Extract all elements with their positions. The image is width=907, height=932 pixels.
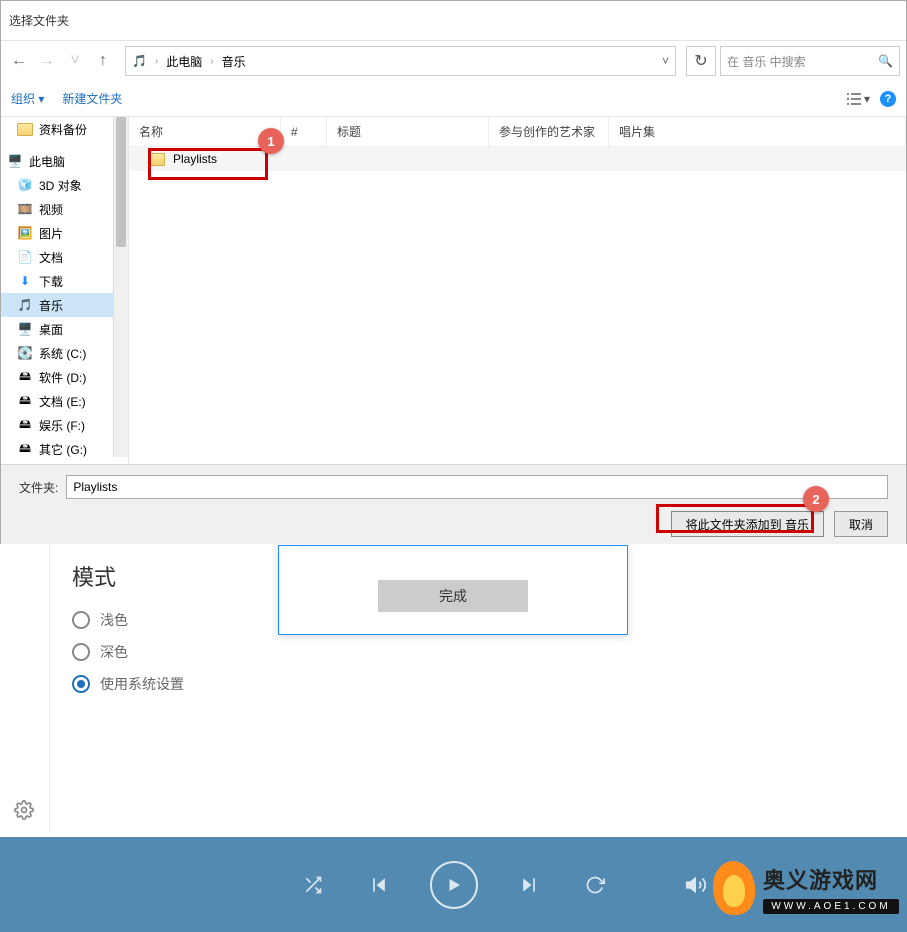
- tree-docs[interactable]: 📄文档: [1, 245, 128, 269]
- dialog-footer: 文件夹: Playlists 将此文件夹添加到 音乐 取消: [1, 464, 906, 544]
- drive-icon: 💽: [17, 345, 33, 361]
- tree-pictures[interactable]: 🖼️图片: [1, 221, 128, 245]
- tree-drive-g[interactable]: 🖴其它 (G:): [1, 437, 128, 461]
- col-album[interactable]: 唱片集: [609, 117, 906, 146]
- radio-system-label: 使用系统设置: [100, 674, 184, 694]
- folder-label: 文件夹:: [19, 479, 58, 496]
- help-icon[interactable]: ?: [880, 91, 896, 107]
- badge-1: 1: [258, 128, 284, 154]
- search-icon: 🔍: [878, 54, 893, 68]
- download-icon: ⬇: [17, 273, 33, 289]
- monitor-icon: 🖥️: [7, 153, 23, 169]
- tree-backup[interactable]: 资料备份: [1, 117, 128, 141]
- tree-desktop[interactable]: 🖥️桌面: [1, 317, 128, 341]
- app-left-sidebar: [0, 540, 50, 832]
- tree-scrollbar[interactable]: [113, 117, 128, 457]
- column-headers[interactable]: 名称˄ # 标题 参与创作的艺术家 唱片集: [129, 117, 906, 147]
- tree-downloads[interactable]: ⬇下载: [1, 269, 128, 293]
- file-name: Playlists: [173, 152, 217, 166]
- drive-icon: 🖴: [17, 441, 33, 457]
- doc-icon: 📄: [17, 249, 33, 265]
- shuffle-icon[interactable]: [298, 870, 328, 900]
- radio-system[interactable]: 使用系统设置: [72, 674, 292, 694]
- radio-dark-label: 深色: [100, 642, 128, 662]
- desktop-icon: 🖥️: [17, 321, 33, 337]
- mode-title: 模式: [72, 560, 292, 592]
- tree-video[interactable]: 🎞️视频: [1, 197, 128, 221]
- drive-icon: 🖴: [17, 369, 33, 385]
- repeat-icon[interactable]: [580, 870, 610, 900]
- address-bar[interactable]: 🎵 › 此电脑 › 音乐 ˅: [125, 46, 676, 76]
- col-artist[interactable]: 参与创作的艺术家: [489, 117, 609, 146]
- radio-dark[interactable]: 深色: [72, 642, 292, 662]
- breadcrumb-pc[interactable]: 此电脑: [166, 53, 202, 70]
- film-icon: 🎞️: [17, 201, 33, 217]
- watermark-url: WWW.AOE1.COM: [763, 899, 899, 914]
- folder-tree[interactable]: 资料备份 🖥️此电脑 🧊3D 对象 🎞️视频 🖼️图片 📄文档 ⬇下载 🎵音乐 …: [1, 117, 129, 463]
- search-input[interactable]: 在 音乐 中搜索 🔍: [720, 46, 900, 76]
- tree-drive-e[interactable]: 🖴文档 (E:): [1, 389, 128, 413]
- chevron-down-icon[interactable]: ˅: [662, 54, 669, 68]
- tree-drive-f[interactable]: 🖴娱乐 (F:): [1, 413, 128, 437]
- cube-icon: 🧊: [17, 177, 33, 193]
- mode-panel: 模式 浅色 深色 使用系统设置: [72, 560, 292, 706]
- radio-light[interactable]: 浅色: [72, 610, 292, 630]
- forward-icon: →: [35, 49, 59, 73]
- recent-dropdown-icon[interactable]: ˅: [63, 49, 87, 73]
- play-button[interactable]: [430, 861, 478, 909]
- folder-icon: [17, 121, 33, 137]
- file-row-playlists[interactable]: Playlists: [129, 147, 906, 171]
- refresh-icon[interactable]: ↻: [686, 46, 716, 76]
- cancel-button[interactable]: 取消: [834, 511, 888, 537]
- prev-icon[interactable]: [364, 870, 394, 900]
- folder-icon: [149, 153, 165, 166]
- search-placeholder: 在 音乐 中搜索: [727, 53, 806, 70]
- tree-drive-d[interactable]: 🖴软件 (D:): [1, 365, 128, 389]
- back-icon[interactable]: ←: [7, 49, 31, 73]
- bg-modal: 完成: [278, 545, 628, 635]
- tree-3d[interactable]: 🧊3D 对象: [1, 173, 128, 197]
- navbar: ← → ˅ ↑ 🎵 › 此电脑 › 音乐 ˅ ↻ 在 音乐 中搜索 🔍: [1, 41, 906, 81]
- tree-pc[interactable]: 🖥️此电脑: [1, 149, 128, 173]
- volume-icon[interactable]: [685, 874, 707, 896]
- watermark-cn: 奥义游戏网: [763, 863, 899, 895]
- folder-picker-dialog: 选择文件夹 ← → ˅ ↑ 🎵 › 此电脑 › 音乐 ˅ ↻ 在 音乐 中搜索 …: [0, 0, 907, 544]
- up-icon[interactable]: ↑: [91, 49, 115, 73]
- next-icon[interactable]: [514, 870, 544, 900]
- organize-button[interactable]: 组织 ▾: [11, 90, 44, 107]
- done-button[interactable]: 完成: [378, 580, 528, 612]
- badge-2: 2: [803, 486, 829, 512]
- new-folder-button[interactable]: 新建文件夹: [62, 90, 122, 107]
- gear-icon[interactable]: [14, 800, 34, 820]
- tree-drive-c[interactable]: 💽系统 (C:): [1, 341, 128, 365]
- music-icon: 🎵: [17, 297, 33, 313]
- breadcrumb-music[interactable]: 音乐: [222, 53, 246, 70]
- col-title[interactable]: 标题: [327, 117, 489, 146]
- tree-music[interactable]: 🎵音乐: [1, 293, 128, 317]
- music-note-icon: 🎵: [132, 54, 147, 68]
- radio-light-label: 浅色: [100, 610, 128, 630]
- dialog-title: 选择文件夹: [1, 1, 906, 41]
- toolbar: 组织 ▾ 新建文件夹 ▾ ?: [1, 81, 906, 117]
- folder-name-input[interactable]: Playlists: [66, 475, 888, 499]
- drive-icon: 🖴: [17, 417, 33, 433]
- file-list-pane: 名称˄ # 标题 参与创作的艺术家 唱片集 Playlists: [129, 117, 906, 463]
- image-icon: 🖼️: [17, 225, 33, 241]
- drive-icon: 🖴: [17, 393, 33, 409]
- col-num[interactable]: #: [281, 117, 327, 146]
- flame-icon: [709, 859, 759, 917]
- add-folder-button[interactable]: 将此文件夹添加到 音乐: [671, 511, 824, 537]
- view-mode-button[interactable]: ▾: [846, 92, 870, 106]
- watermark: 奥义游戏网 WWW.AOE1.COM: [709, 852, 899, 924]
